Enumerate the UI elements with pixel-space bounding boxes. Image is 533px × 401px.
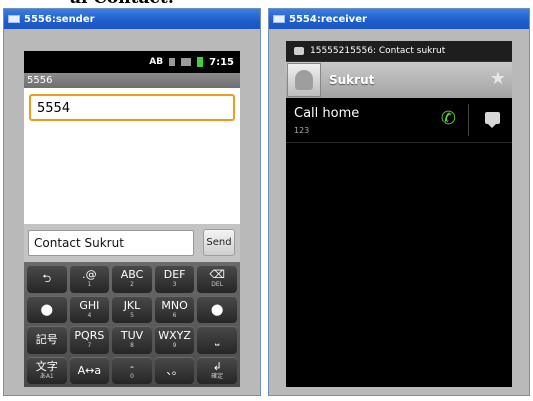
sender-window-title: 5556:sender — [24, 13, 95, 25]
message-area: 5554 — [24, 88, 240, 224]
sender-screen: AB 7:15 5556 5554 Contact Sukrut Send ⮌.… — [24, 51, 240, 387]
input-mode-icon: AB — [149, 57, 164, 67]
key-enter[interactable]: ↲ 確定 — [197, 356, 237, 384]
key-2[interactable]: ABC 2 — [112, 265, 152, 293]
receiver-device-frame: 15555215556: Contact sukrut Sukrut ★ Cal… — [269, 29, 529, 395]
divider — [468, 104, 469, 136]
key-7[interactable]: PQRS 7 — [69, 326, 110, 354]
key-4[interactable]: GHI 4 — [69, 295, 110, 323]
key-1[interactable]: .@ 1 — [69, 265, 110, 293]
key-0-sublabel: 0 — [130, 372, 134, 380]
phone-label: Call home — [294, 106, 360, 121]
key-right[interactable]: ⬤ — [197, 295, 237, 323]
app-title: 5556 — [24, 73, 240, 88]
key-mode[interactable]: 文字 あA1 — [27, 356, 67, 384]
sender-device-frame: AB 7:15 5556 5554 Contact Sukrut Send ⮌.… — [4, 29, 260, 395]
call-icon[interactable]: ✆ — [441, 110, 456, 128]
key-back[interactable]: ⮌ — [27, 265, 67, 293]
signal-icon — [181, 58, 192, 66]
key-del-sublabel: DEL — [211, 281, 224, 289]
phone-row[interactable]: Call home 123 ✆ — [286, 98, 512, 143]
contact-header: Sukrut ★ — [286, 62, 512, 98]
key-right-label: ⬤ — [211, 302, 224, 316]
key-left-label: ⬤ — [40, 302, 53, 316]
contact-name: Sukrut — [329, 73, 375, 87]
receiver-emulator-window: 5554:receiver 15555215556: Contact sukru… — [268, 8, 530, 396]
key-case-label: A↔a — [77, 363, 102, 377]
key-5-label: JKL — [123, 298, 141, 312]
sms-icon[interactable] — [485, 112, 500, 128]
key-left[interactable]: ⬤ — [27, 295, 67, 323]
battery-icon — [197, 57, 204, 67]
key-symbols[interactable]: 記号 — [27, 326, 67, 354]
status-bar: AB 7:15 — [24, 51, 240, 73]
key-del[interactable]: ⌫ DEL — [197, 265, 237, 293]
phone-number: 123 — [294, 126, 310, 135]
key-mode-sublabel: あA1 — [39, 372, 54, 380]
key-3-label: DEF — [163, 268, 186, 282]
key-punct[interactable]: 、。 — [154, 356, 195, 384]
contact-photo[interactable] — [287, 63, 321, 97]
sender-emulator-window: 5556:sender AB 7:15 5556 5554 Contact Su… — [3, 8, 261, 396]
key-3[interactable]: DEF 3 — [154, 265, 195, 293]
key-0-label: - — [130, 359, 134, 373]
star-icon[interactable]: ★ — [490, 70, 506, 88]
key-1-label: .@ — [82, 268, 97, 282]
key-8-sublabel: 8 — [130, 342, 134, 350]
key-3-sublabel: 3 — [172, 281, 177, 289]
key-8-label: TUV — [120, 329, 144, 343]
key-mode-label: 文字 — [35, 359, 58, 373]
keyboard: ⮌ .@ 1 ABC 2 DEF 3 ⌫ DEL ⬤ GHI 4 JKL 5 MNO 6 ⬤ 記号 PQRS 7 TUV… — [24, 262, 240, 387]
key-5-sublabel: 5 — [130, 311, 134, 319]
caption: al Contact: — [70, 0, 174, 8]
key-punct-label: 、。 — [166, 363, 183, 377]
key-space-label: ⎵ — [214, 333, 220, 347]
key-4-label: GHI — [79, 298, 100, 312]
key-7-sublabel: 7 — [87, 342, 92, 350]
sender-titlebar[interactable]: 5556:sender — [4, 9, 260, 29]
key-symbols-label: 記号 — [35, 333, 58, 347]
usb-icon — [169, 58, 176, 66]
message-icon — [294, 47, 304, 55]
send-button[interactable]: Send — [203, 229, 235, 256]
key-4-sublabel: 4 — [87, 311, 92, 319]
receiver-screen: 15555215556: Contact sukrut Sukrut ★ Cal… — [286, 41, 512, 387]
notification-bar[interactable]: 15555215556: Contact sukrut — [286, 41, 512, 62]
key-case[interactable]: A↔a — [69, 356, 110, 384]
key-6-sublabel: 6 — [172, 311, 177, 319]
window-icon — [8, 15, 20, 23]
key-0[interactable]: -0 — [112, 356, 152, 384]
window-icon — [273, 15, 285, 23]
recipient-input[interactable]: 5554 — [29, 94, 235, 121]
key-2-label: ABC — [120, 268, 144, 282]
person-icon — [295, 70, 313, 90]
key-9-sublabel: 9 — [172, 342, 177, 350]
key-6[interactable]: MNO 6 — [154, 295, 195, 323]
key-9[interactable]: WXYZ 9 — [154, 326, 195, 354]
key-del-label: ⌫ — [209, 268, 225, 282]
key-enter-label: ↲ — [212, 359, 222, 373]
key-enter-sublabel: 確定 — [211, 372, 224, 380]
key-space[interactable]: ⎵ — [197, 326, 237, 354]
message-input[interactable]: Contact Sukrut — [28, 230, 194, 256]
key-9-label: WXYZ — [158, 329, 191, 343]
key-7-label: PQRS — [74, 329, 105, 343]
key-back-label: ⮌ — [42, 272, 52, 286]
receiver-titlebar[interactable]: 5554:receiver — [269, 9, 529, 29]
notification-text: 15555215556: Contact sukrut — [310, 46, 446, 56]
receiver-window-title: 5554:receiver — [289, 13, 367, 25]
key-6-label: MNO — [161, 298, 188, 312]
key-8[interactable]: TUV 8 — [112, 326, 152, 354]
key-5[interactable]: JKL 5 — [112, 295, 152, 323]
key-1-sublabel: 1 — [87, 281, 92, 289]
compose-bar: Contact Sukrut Send — [24, 224, 240, 262]
status-time: 7:15 — [209, 56, 234, 68]
key-2-sublabel: 2 — [130, 281, 134, 289]
